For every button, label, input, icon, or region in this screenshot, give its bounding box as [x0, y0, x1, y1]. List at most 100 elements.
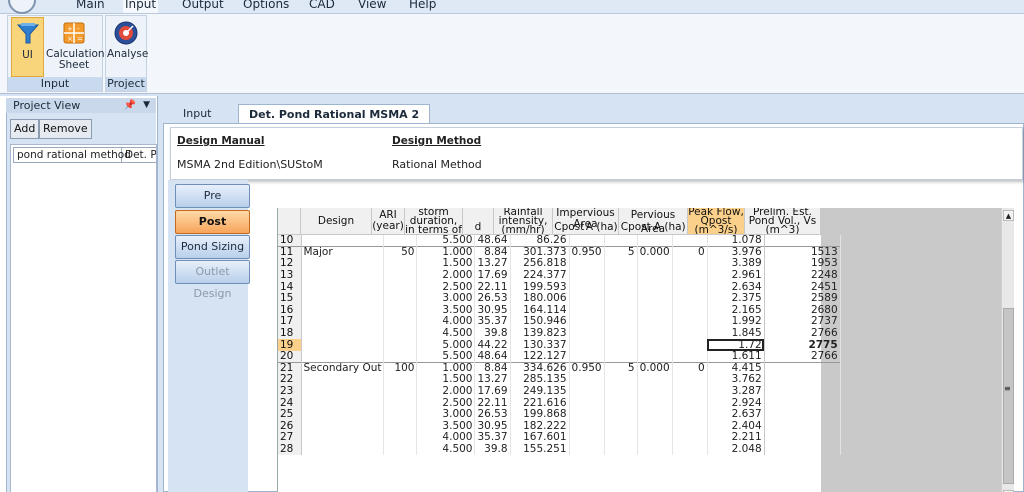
d-cell[interactable]: 35.37: [474, 432, 511, 444]
pond-volume-cell[interactable]: 2451: [764, 281, 841, 293]
d-cell[interactable]: 8.84: [474, 246, 511, 259]
peak-flow-cell[interactable]: 2.165: [706, 304, 765, 317]
ari-cell[interactable]: [383, 292, 418, 305]
design-storm-cell[interactable]: [301, 258, 385, 270]
perv-area-cell[interactable]: [672, 350, 708, 363]
imp-area-cell[interactable]: [604, 292, 638, 305]
peak-flow-cell[interactable]: 2.211: [706, 432, 765, 444]
pond-volume-cell[interactable]: [764, 443, 841, 456]
duration-cell[interactable]: 1.000: [416, 246, 476, 259]
duration-cell[interactable]: 4.500: [416, 443, 476, 456]
d-cell[interactable]: 8.84: [474, 362, 511, 375]
perv-area-cell[interactable]: [672, 397, 708, 409]
design-storm-cell[interactable]: [301, 374, 385, 386]
pond-volume-cell[interactable]: [764, 432, 841, 444]
perv-area-cell[interactable]: [672, 420, 708, 433]
imp-cpost-cell[interactable]: [569, 397, 605, 409]
ari-cell[interactable]: [383, 397, 418, 409]
d-cell[interactable]: 26.53: [474, 292, 511, 305]
design-storm-cell[interactable]: [301, 339, 385, 351]
perv-cpost-cell[interactable]: [637, 432, 673, 444]
imp-cpost-cell[interactable]: [569, 350, 605, 363]
tab-input[interactable]: Input: [173, 104, 221, 123]
imp-area-cell[interactable]: [604, 420, 638, 433]
ari-cell[interactable]: [383, 432, 418, 444]
perv-area-cell[interactable]: [672, 432, 708, 444]
duration-cell[interactable]: 4.500: [416, 327, 476, 340]
peak-flow-cell[interactable]: 4.415: [706, 362, 765, 375]
ari-cell[interactable]: [383, 269, 418, 282]
perv-area-cell[interactable]: [672, 292, 708, 305]
d-cell[interactable]: 30.95: [474, 304, 511, 317]
dropdown-arrow-icon[interactable]: ▼: [143, 98, 150, 113]
intensity-cell[interactable]: 256.818: [510, 258, 570, 270]
imp-area-cell[interactable]: [604, 350, 638, 363]
perv-area-cell[interactable]: [672, 269, 708, 282]
d-cell[interactable]: 13.27: [474, 374, 511, 386]
pond-sizing-button[interactable]: Pond Sizing: [175, 235, 250, 259]
calculation-sheet-button[interactable]: + - × = Calculation Sheet: [46, 17, 105, 77]
scroll-thumb[interactable]: [1003, 308, 1014, 484]
pond-volume-cell[interactable]: [764, 408, 841, 421]
perv-area-cell[interactable]: [672, 258, 708, 270]
peak-flow-cell[interactable]: 1.611: [706, 350, 765, 363]
d-cell[interactable]: 17.69: [474, 269, 511, 282]
intensity-cell[interactable]: 164.114: [510, 304, 570, 317]
perv-cpost-cell[interactable]: [637, 408, 673, 421]
imp-cpost-cell[interactable]: [569, 385, 605, 398]
perv-area-cell[interactable]: [672, 443, 708, 456]
menu-output[interactable]: Output: [180, 0, 226, 13]
design-storm-cell[interactable]: [301, 281, 385, 293]
imp-area-cell[interactable]: [604, 269, 638, 282]
peak-flow-cell[interactable]: 1.992: [706, 316, 765, 328]
peak-flow-cell[interactable]: 2.634: [706, 281, 765, 293]
duration-cell[interactable]: 2.500: [416, 281, 476, 293]
imp-cpost-cell[interactable]: [569, 374, 605, 386]
design-storm-cell[interactable]: [301, 432, 385, 444]
intensity-cell[interactable]: 249.135: [510, 385, 570, 398]
ari-cell[interactable]: [383, 385, 418, 398]
perv-cpost-cell[interactable]: 0.000: [637, 362, 673, 375]
design-storm-cell[interactable]: [301, 269, 385, 282]
perv-cpost-cell[interactable]: [637, 235, 673, 247]
duration-cell[interactable]: 3.000: [416, 408, 476, 421]
pond-volume-cell[interactable]: [764, 362, 841, 375]
imp-area-cell[interactable]: [604, 281, 638, 293]
pond-volume-cell[interactable]: [764, 374, 841, 386]
perv-area-cell[interactable]: [672, 408, 708, 421]
perv-cpost-cell[interactable]: [637, 385, 673, 398]
imp-cpost-cell[interactable]: 0.950: [569, 362, 605, 375]
remove-button[interactable]: Remove: [39, 119, 92, 139]
perv-cpost-cell[interactable]: [637, 420, 673, 433]
design-storm-cell[interactable]: [301, 316, 385, 328]
pond-volume-cell[interactable]: 2766: [764, 350, 841, 363]
pond-volume-cell[interactable]: [764, 420, 841, 433]
post-button[interactable]: Post: [175, 210, 250, 234]
imp-cpost-cell[interactable]: [569, 258, 605, 270]
perv-area-cell[interactable]: [672, 281, 708, 293]
pin-icon[interactable]: 📌: [124, 98, 136, 113]
analyse-button[interactable]: Analyse: [107, 17, 148, 77]
duration-cell[interactable]: 3.500: [416, 420, 476, 433]
perv-cpost-cell[interactable]: [637, 339, 673, 351]
design-storm-cell[interactable]: [301, 397, 385, 409]
ari-cell[interactable]: [383, 339, 418, 351]
ari-cell[interactable]: [383, 316, 418, 328]
d-cell[interactable]: 26.53: [474, 408, 511, 421]
pond-volume-cell[interactable]: 1513: [764, 246, 841, 259]
pond-volume-cell[interactable]: 2766: [764, 327, 841, 340]
design-storm-cell[interactable]: [301, 304, 385, 317]
imp-cpost-cell[interactable]: [569, 292, 605, 305]
pond-volume-cell[interactable]: [764, 385, 841, 398]
intensity-cell[interactable]: 301.373: [510, 246, 570, 259]
peak-flow-cell[interactable]: 3.976: [706, 246, 765, 259]
d-cell[interactable]: 35.37: [474, 316, 511, 328]
intensity-cell[interactable]: 334.626: [510, 362, 570, 375]
imp-cpost-cell[interactable]: [569, 304, 605, 317]
ari-cell[interactable]: [383, 420, 418, 433]
imp-area-cell[interactable]: [604, 385, 638, 398]
intensity-cell[interactable]: 167.601: [510, 432, 570, 444]
d-cell[interactable]: 39.8: [474, 443, 511, 456]
perv-cpost-cell[interactable]: [637, 281, 673, 293]
imp-area-cell[interactable]: [604, 408, 638, 421]
